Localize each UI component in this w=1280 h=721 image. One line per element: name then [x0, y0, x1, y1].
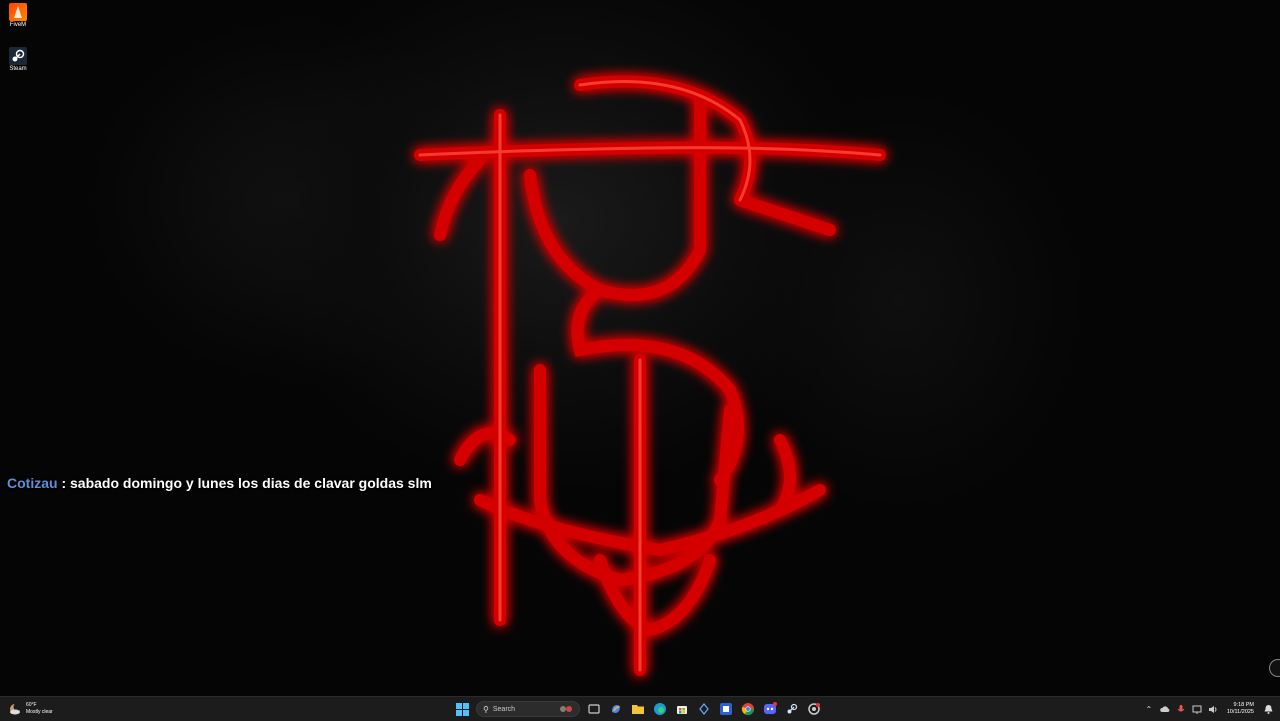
copilot-icon[interactable]: [608, 701, 624, 717]
chevron-up-icon[interactable]: ⌃: [1143, 703, 1155, 715]
taskbar: 60°F Mostly clear ⚲ Search ⌃ 9:18 PM 10/…: [0, 696, 1280, 721]
chat-text: sabado domingo y lunes los dias de clava…: [70, 475, 432, 491]
desktop-icon-steam[interactable]: Steam: [2, 47, 34, 73]
weather-condition: Mostly clear: [26, 709, 53, 715]
weather-widget[interactable]: 60°F Mostly clear: [8, 699, 53, 719]
notification-bell-icon[interactable]: [1262, 703, 1274, 715]
app-icon-blue[interactable]: [718, 701, 734, 717]
side-panel-toggle[interactable]: [1269, 659, 1280, 677]
chat-separator: :: [57, 475, 71, 491]
start-button[interactable]: [454, 701, 470, 717]
clock[interactable]: 9:18 PM 10/11/2025: [1227, 702, 1254, 716]
clock-time: 9:18 PM: [1233, 702, 1254, 708]
discord-icon[interactable]: [762, 701, 778, 717]
clock-date: 10/11/2025: [1226, 709, 1254, 715]
taskbar-center: ⚲ Search: [454, 699, 822, 719]
network-icon[interactable]: [1191, 703, 1203, 715]
desktop-icon-label: Steam: [9, 66, 27, 72]
folder-icon[interactable]: [630, 701, 646, 717]
chat-message: Cotizau : sabado domingo y lunes los dia…: [7, 475, 432, 491]
diamond-app-icon[interactable]: [696, 701, 712, 717]
search-icon: ⚲: [483, 704, 489, 714]
fivem-icon: [9, 3, 27, 21]
system-tray: ⌃ 9:18 PM 10/11/2025: [1143, 699, 1274, 719]
edge-icon[interactable]: [652, 701, 668, 717]
store-icon[interactable]: [674, 701, 690, 717]
desktop-icon-fivem[interactable]: FiveM: [2, 3, 34, 29]
volume-icon[interactable]: [1207, 703, 1219, 715]
search-highlight-icon: [559, 704, 573, 714]
chat-author: Cotizau: [7, 475, 58, 491]
weather-moon-icon: [8, 702, 22, 716]
weather-temp: 60°F: [26, 702, 37, 708]
steam-taskbar-icon[interactable]: [784, 701, 800, 717]
chrome-icon[interactable]: [740, 701, 756, 717]
task-view-icon[interactable]: [586, 701, 602, 717]
desktop-icon-label: FiveM: [9, 22, 27, 28]
steam-icon: [9, 47, 27, 65]
wallpaper-emblem: [414, 75, 886, 676]
desktop: FiveM Steam Cotizau: sabado domingo y l…: [0, 0, 1280, 696]
search-box[interactable]: ⚲ Search: [476, 701, 580, 717]
settings-icon[interactable]: [806, 701, 822, 717]
microphone-icon[interactable]: [1175, 703, 1187, 715]
cloud-icon[interactable]: [1159, 703, 1171, 715]
search-placeholder: Search: [492, 705, 516, 713]
